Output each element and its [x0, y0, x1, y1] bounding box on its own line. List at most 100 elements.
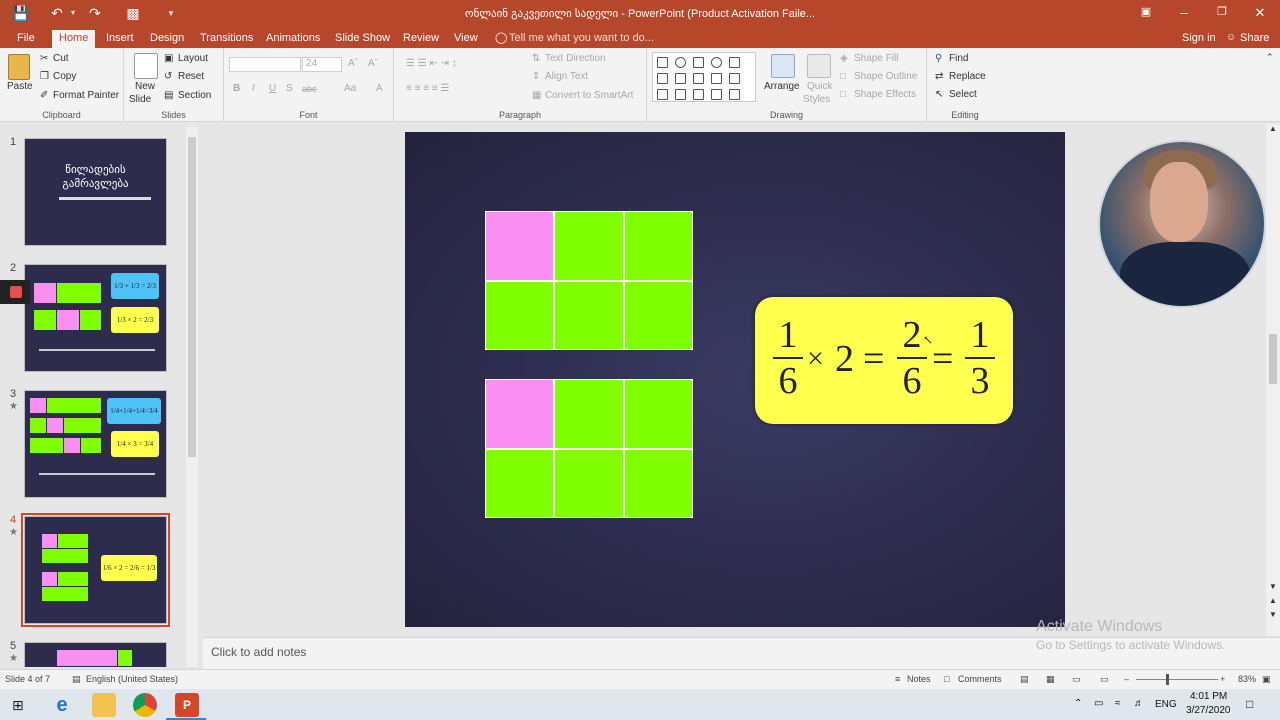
reset-icon[interactable]: ↺ — [164, 70, 172, 84]
slide-thumbnail-5[interactable] — [24, 642, 167, 667]
tab-insert[interactable]: Insert — [99, 30, 141, 48]
shape-effects-icon[interactable]: □ — [840, 88, 846, 102]
find-button[interactable]: Find — [949, 52, 968, 66]
tab-animations[interactable]: Animations — [259, 30, 327, 48]
notes-icon[interactable]: ≡ — [895, 674, 900, 684]
ribbon-display-icon[interactable]: ▣ — [1134, 5, 1158, 18]
fraction-grid-1[interactable] — [485, 211, 693, 350]
restore-icon[interactable]: ❐ — [1210, 5, 1234, 18]
slide-thumbnail-3[interactable]: 1/4+1/4+1/4=3/4 1/4 × 3 = 3/4 — [24, 390, 167, 498]
slide-scrollbar[interactable]: ▲ ▼ ▲ ▼ — [1266, 124, 1280, 636]
shape-oval-2[interactable] — [711, 57, 722, 68]
new-slide-button-line2[interactable]: Slide — [129, 93, 151, 107]
present-icon[interactable]: ▩ — [122, 4, 144, 22]
zoom-slider[interactable] — [1136, 679, 1218, 680]
grow-font-icon[interactable]: Aˆ — [348, 57, 358, 71]
tell-me-search[interactable]: Tell me what you want to do... — [509, 30, 654, 46]
arrange-button[interactable]: Arrange — [764, 80, 800, 94]
layout-button[interactable]: Layout — [178, 52, 208, 66]
spelling-icon[interactable]: ▤ — [72, 674, 81, 685]
normal-view-icon[interactable]: ▤ — [1020, 674, 1029, 685]
shape-outline-icon[interactable]: □ — [840, 70, 846, 84]
fraction-grid-2[interactable] — [485, 379, 693, 518]
scroll-up-icon[interactable]: ▲ — [1269, 124, 1277, 133]
comments-button[interactable]: Comments — [958, 674, 1002, 684]
share-button[interactable]: Share — [1240, 30, 1269, 46]
zoom-level[interactable]: 83% — [1238, 674, 1256, 684]
collapse-ribbon-icon[interactable]: ⌃ — [1266, 50, 1274, 64]
close-icon[interactable]: ✕ — [1248, 5, 1272, 21]
convert-smartart-button[interactable]: Convert to SmartArt — [545, 89, 633, 103]
shrink-font-icon[interactable]: Aˇ — [368, 57, 378, 71]
shape-arrow[interactable] — [675, 73, 686, 84]
tab-home[interactable]: Home — [52, 30, 96, 48]
shape-curve-2[interactable] — [675, 89, 686, 100]
format-painter-button[interactable]: Format Painter — [53, 89, 119, 103]
text-direction-button[interactable]: Text Direction — [545, 52, 606, 66]
shapes-gallery[interactable] — [652, 52, 756, 102]
bold-button[interactable]: B — [233, 82, 240, 96]
change-case-button[interactable]: Aa — [344, 82, 356, 96]
shape-arrow-2[interactable] — [693, 73, 704, 84]
sign-in-link[interactable]: Sign in — [1182, 30, 1216, 46]
tab-design[interactable]: Design — [143, 30, 191, 48]
minimize-icon[interactable]: – — [1172, 5, 1196, 20]
scroll-down-icon[interactable]: ▼ — [1269, 582, 1277, 591]
copy-button[interactable]: Copy — [53, 70, 76, 84]
notes-placeholder[interactable]: Click to add notes — [211, 645, 306, 659]
customize-toolbar-icon[interactable]: ▾ — [160, 4, 182, 22]
section-icon[interactable]: ▤ — [164, 89, 173, 103]
paste-icon[interactable] — [8, 54, 30, 80]
shape-outline-button[interactable]: Shape Outline — [854, 70, 917, 84]
clock-date[interactable]: 3/27/2020 — [1186, 705, 1231, 716]
section-button[interactable]: Section — [178, 89, 211, 103]
scissors-icon[interactable]: ✂ — [40, 52, 48, 66]
find-icon[interactable]: ⚲ — [935, 52, 942, 66]
shape-curve[interactable] — [657, 89, 668, 100]
clock-time[interactable]: 4:01 PM — [1190, 691, 1227, 702]
shape-fill-button[interactable]: Shape Fill — [854, 52, 898, 66]
slide-canvas[interactable]: 1 6 × 2 = 2 6 = 1 3 ↖ — [405, 132, 1065, 627]
copy-icon[interactable]: ❐ — [40, 70, 49, 84]
font-name-field[interactable] — [229, 57, 301, 72]
notes-button[interactable]: Notes — [907, 674, 931, 684]
align-text-icon[interactable]: ⇕ — [532, 70, 540, 84]
share-icon[interactable]: ☺ — [1226, 30, 1236, 46]
zoom-in-icon[interactable]: + — [1220, 674, 1225, 684]
replace-icon[interactable]: ⇄ — [935, 70, 943, 84]
new-slide-button[interactable]: New — [135, 80, 155, 94]
text-direction-icon[interactable]: ⇅ — [532, 52, 540, 66]
layout-icon[interactable]: ▣ — [164, 52, 173, 66]
zoom-out-icon[interactable]: – — [1124, 674, 1129, 684]
tab-file[interactable]: File — [10, 30, 42, 48]
shape-arrow-4[interactable] — [729, 73, 740, 84]
slide-thumbnail-2[interactable]: 1/3 + 1/3 = 2/3 1/3 × 2 = 2/3 — [24, 264, 167, 372]
notifications-icon[interactable]: □ — [1246, 697, 1253, 711]
smartart-icon[interactable]: ▦ — [532, 89, 541, 103]
quick-styles-icon[interactable] — [807, 54, 831, 78]
slide-thumbnail-4[interactable]: 1/6 × 2 = 2/6 = 1/3 — [21, 513, 170, 627]
recording-button[interactable] — [0, 280, 30, 304]
zoom-slider-thumb[interactable] — [1166, 674, 1169, 685]
slide-show-icon[interactable]: ▭ — [1100, 674, 1109, 685]
reset-button[interactable]: Reset — [178, 70, 204, 84]
file-explorer-icon[interactable] — [92, 693, 116, 717]
shape-triangle[interactable] — [657, 73, 668, 84]
replace-button[interactable]: Replace — [949, 70, 986, 84]
shape-brace-2[interactable] — [711, 89, 722, 100]
thumbnail-scrollbar[interactable] — [186, 127, 198, 667]
shape-rect-3[interactable] — [729, 57, 740, 68]
tab-transitions[interactable]: Transitions — [193, 30, 260, 48]
underline-button[interactable]: U — [269, 82, 276, 96]
italic-button[interactable]: I — [252, 82, 255, 96]
align-text-button[interactable]: Align Text — [545, 70, 588, 84]
new-slide-icon[interactable] — [134, 53, 158, 79]
powerpoint-taskbar-icon[interactable]: P — [175, 693, 199, 717]
slide-thumbnail-1[interactable]: წილადების გამრავლება — [24, 138, 167, 246]
next-slide-icon[interactable]: ▼ — [1269, 610, 1277, 619]
select-button[interactable]: Select — [949, 88, 977, 102]
shape-arrow-3[interactable] — [711, 73, 722, 84]
save-icon[interactable]: 💾 — [10, 4, 32, 22]
arrange-icon[interactable] — [771, 54, 795, 78]
shape-effects-button[interactable]: Shape Effects — [854, 88, 916, 102]
